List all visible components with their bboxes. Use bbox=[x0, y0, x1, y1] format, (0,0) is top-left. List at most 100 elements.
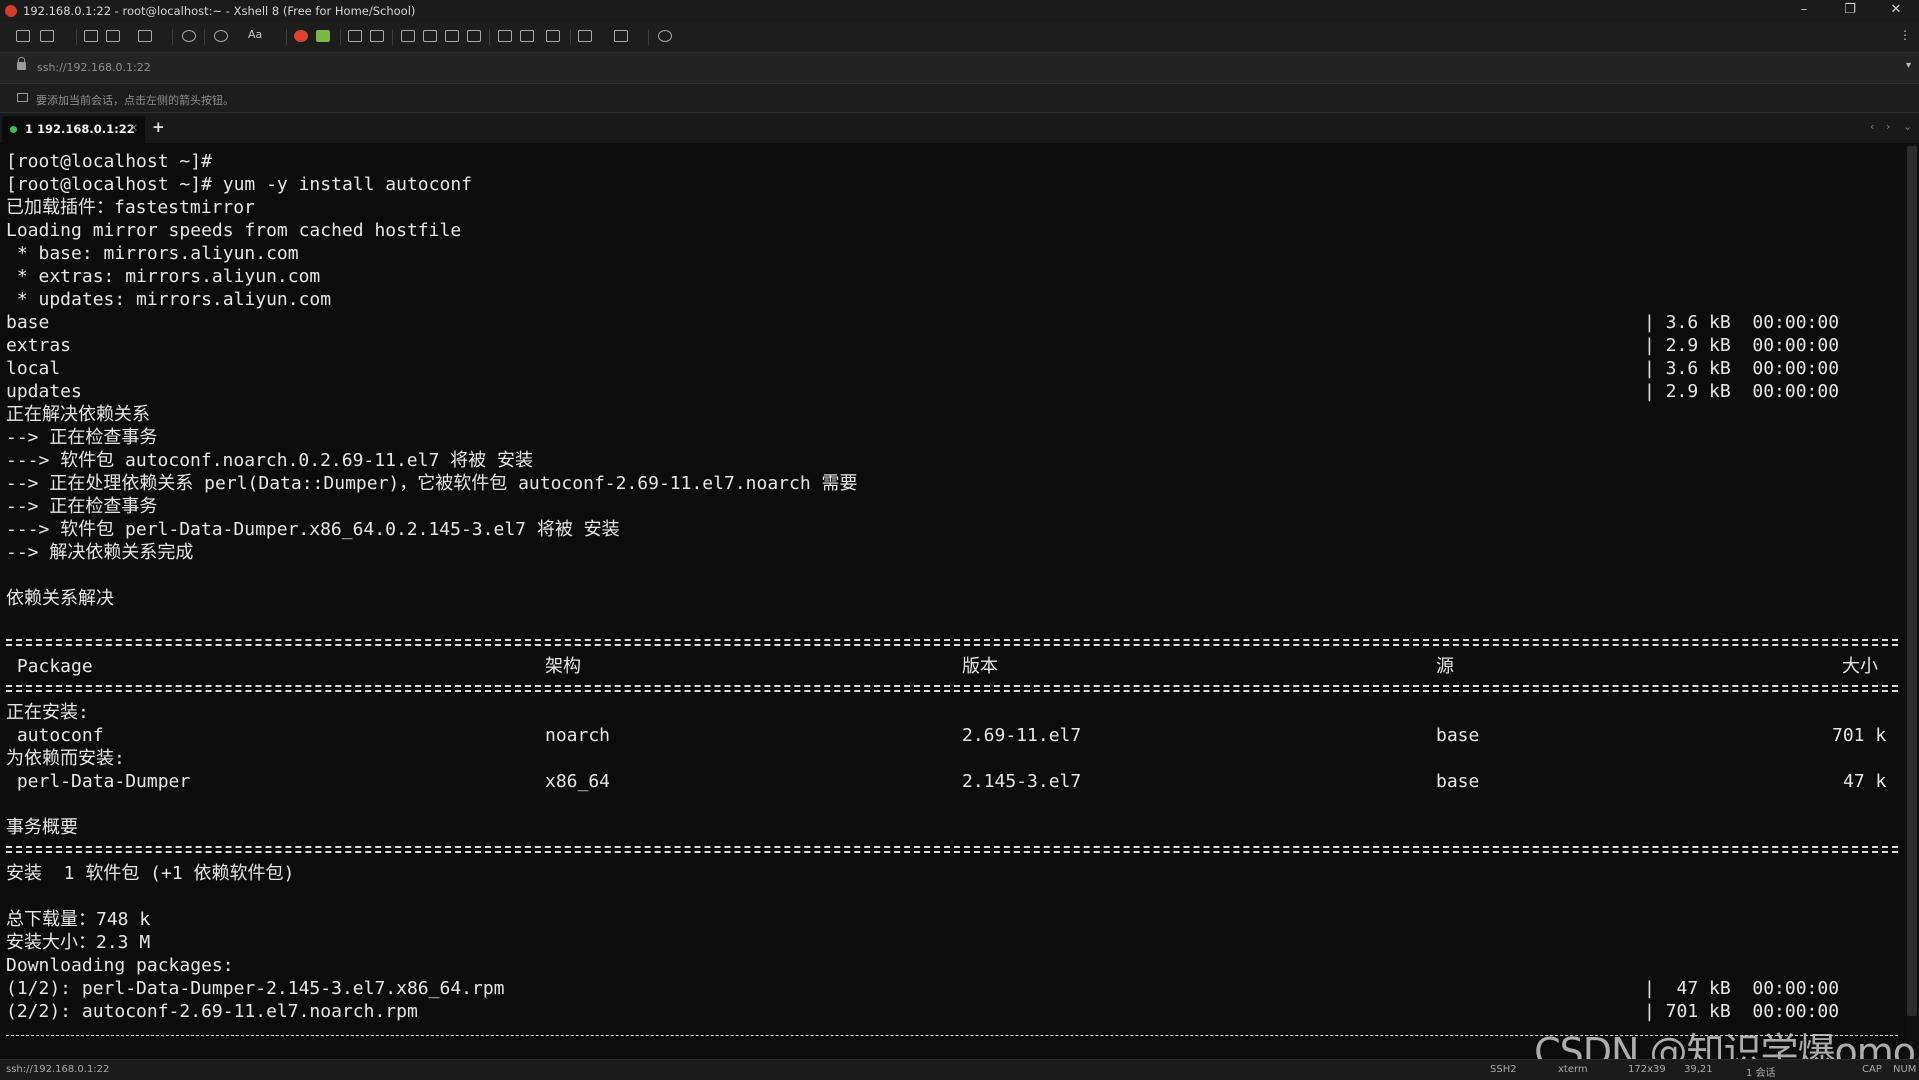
scrollbar-thumb[interactable] bbox=[1907, 146, 1917, 1016]
separator-line bbox=[6, 639, 1898, 641]
package-size: 47 k bbox=[1843, 771, 1887, 792]
terminal-line: [root@localhost ~]# yum -y install autoc… bbox=[6, 174, 472, 195]
restore-button[interactable]: ❐ bbox=[1827, 0, 1873, 22]
toolbar-divider bbox=[172, 29, 173, 45]
tunnel-icon[interactable] bbox=[498, 30, 512, 42]
session-tab[interactable]: 1 192.168.0.1:22 × bbox=[2, 116, 145, 143]
terminal-line: --> 解决依赖关系完成 bbox=[6, 542, 194, 563]
toolbar-divider bbox=[340, 29, 341, 45]
toolbar-divider bbox=[286, 29, 287, 45]
status-protocol: SSH2 bbox=[1490, 1064, 1517, 1075]
address-input[interactable]: ssh://192.168.0.1:22 bbox=[37, 61, 151, 74]
table-header-version: 版本 bbox=[962, 656, 998, 677]
terminal-line: Loading mirror speeds from cached hostfi… bbox=[6, 220, 462, 241]
new-session-icon[interactable] bbox=[16, 30, 30, 42]
fullscreen-icon[interactable] bbox=[348, 30, 362, 42]
terminal-line: 事务概要 bbox=[6, 817, 78, 838]
repo-name: base bbox=[6, 312, 50, 333]
open-folder-icon[interactable] bbox=[40, 30, 54, 42]
address-bar[interactable]: ssh://192.168.0.1:22 ▾ bbox=[0, 53, 1919, 84]
table-header-repo: 源 bbox=[1436, 656, 1454, 677]
status-sessions[interactable]: 1 会话 bbox=[1746, 1064, 1776, 1079]
separator-line bbox=[6, 685, 1898, 687]
print-icon[interactable] bbox=[546, 30, 560, 42]
keyboard-icon[interactable] bbox=[401, 30, 415, 42]
tab-prev-icon[interactable]: ‹ bbox=[1870, 120, 1874, 133]
layout-icon[interactable] bbox=[614, 30, 628, 42]
close-button[interactable]: ✕ bbox=[1873, 0, 1919, 22]
tab-list-icon[interactable]: ⌄ bbox=[1903, 120, 1912, 133]
repo-name: extras bbox=[6, 335, 72, 356]
address-dropdown-icon[interactable]: ▾ bbox=[1906, 60, 1911, 71]
toolbar-divider bbox=[648, 29, 649, 45]
toolbar-divider bbox=[489, 29, 490, 45]
xshell-app-icon bbox=[5, 5, 17, 17]
repo-name: local bbox=[6, 358, 61, 379]
terminal-line: ---> 软件包 perl-Data-Dumper.x86_64.0.2.145… bbox=[6, 519, 620, 540]
terminal-line: --> 正在检查事务 bbox=[6, 427, 158, 448]
package-version: 2.145-3.el7 bbox=[962, 771, 1082, 792]
help-icon[interactable] bbox=[658, 30, 672, 42]
lock-screen-icon[interactable] bbox=[370, 30, 384, 42]
separator-line bbox=[6, 851, 1898, 853]
log-icon[interactable] bbox=[520, 30, 534, 42]
status-caps: CAP bbox=[1862, 1064, 1882, 1075]
repo-size: | 2.9 kB 00:00:00 bbox=[1644, 381, 1840, 402]
terminal-line: * base: mirrors.aliyun.com bbox=[6, 243, 299, 264]
download-name: (1/2): perl-Data-Dumper-2.145-3.el7.x86_… bbox=[6, 978, 505, 999]
terminal-line: 正在安装: bbox=[6, 702, 89, 723]
terminal-line: 为依赖而安装: bbox=[6, 748, 125, 769]
lock-icon bbox=[17, 57, 26, 70]
terminal-scrollbar[interactable] bbox=[1905, 144, 1919, 1059]
package-name: autoconf bbox=[6, 725, 104, 746]
globe-icon[interactable] bbox=[214, 30, 228, 42]
terminal-line: --> 正在检查事务 bbox=[6, 496, 158, 517]
tab-close-icon[interactable]: × bbox=[129, 121, 138, 134]
terminal-line: 总下载量：748 k bbox=[6, 909, 151, 930]
new-window-icon[interactable] bbox=[138, 30, 152, 42]
repo-name: updates bbox=[6, 381, 82, 402]
repo-size: | 3.6 kB 00:00:00 bbox=[1644, 358, 1840, 379]
add-session-arrow-icon[interactable] bbox=[17, 93, 28, 102]
font-button[interactable]: Aa bbox=[248, 28, 262, 41]
terminal-line: * extras: mirrors.aliyun.com bbox=[6, 266, 321, 287]
transfer-icon[interactable] bbox=[445, 30, 459, 42]
tab-next-icon[interactable]: › bbox=[1886, 120, 1890, 133]
terminal-line: 安装 1 软件包 (+1 依赖软件包) bbox=[6, 863, 295, 884]
toolbar-divider bbox=[570, 29, 571, 45]
package-arch: x86_64 bbox=[545, 771, 611, 792]
reconnect-icon[interactable] bbox=[84, 30, 98, 42]
disconnect-icon[interactable] bbox=[106, 30, 120, 42]
terminal-line: 依赖关系解决 bbox=[6, 588, 114, 609]
package-repo: base bbox=[1436, 725, 1480, 746]
table-header-arch: 架构 bbox=[545, 656, 581, 677]
repo-size: | 2.9 kB 00:00:00 bbox=[1644, 335, 1840, 356]
terminal-output[interactable]: [root@localhost ~]# [root@localhost ~]# … bbox=[0, 144, 1903, 1059]
terminal-line: Downloading packages: bbox=[6, 955, 234, 976]
separator-line bbox=[6, 690, 1898, 692]
xftp-icon[interactable] bbox=[294, 30, 308, 42]
terminal-line: --> 正在处理依赖关系 perl(Data::Dumper)，它被软件包 au… bbox=[6, 473, 858, 494]
status-bar: ssh://192.168.0.1:22 SSH2 xterm 172x39 3… bbox=[0, 1059, 1919, 1080]
add-tab-button[interactable]: + bbox=[152, 118, 165, 136]
status-size: 172x39 bbox=[1628, 1064, 1666, 1075]
toolbar-divider bbox=[76, 29, 77, 45]
session-hint-text: 要添加当前会话，点击左侧的箭头按钮。 bbox=[36, 94, 234, 107]
download-info: | 701 kB 00:00:00 bbox=[1644, 1001, 1840, 1022]
compose-icon[interactable] bbox=[423, 30, 437, 42]
package-version: 2.69-11.el7 bbox=[962, 725, 1082, 746]
edit-icon[interactable] bbox=[467, 30, 481, 42]
table-header-size: 大小 bbox=[1842, 656, 1878, 677]
minimize-button[interactable]: – bbox=[1781, 0, 1827, 22]
find-icon[interactable] bbox=[182, 30, 196, 42]
table-header-package: Package bbox=[6, 656, 93, 677]
download-name: (2/2): autoconf-2.69-11.el7.noarch.rpm bbox=[6, 1001, 418, 1022]
toolbar-divider bbox=[392, 29, 393, 45]
script-icon[interactable] bbox=[316, 30, 330, 42]
separator-line bbox=[6, 644, 1898, 646]
terminal-line: 安装大小：2.3 M bbox=[6, 932, 151, 953]
separator-line bbox=[6, 846, 1898, 848]
split-icon[interactable] bbox=[578, 30, 592, 42]
more-options-icon[interactable]: ⋮ bbox=[1899, 28, 1911, 42]
terminal-line: * updates: mirrors.aliyun.com bbox=[6, 289, 332, 310]
